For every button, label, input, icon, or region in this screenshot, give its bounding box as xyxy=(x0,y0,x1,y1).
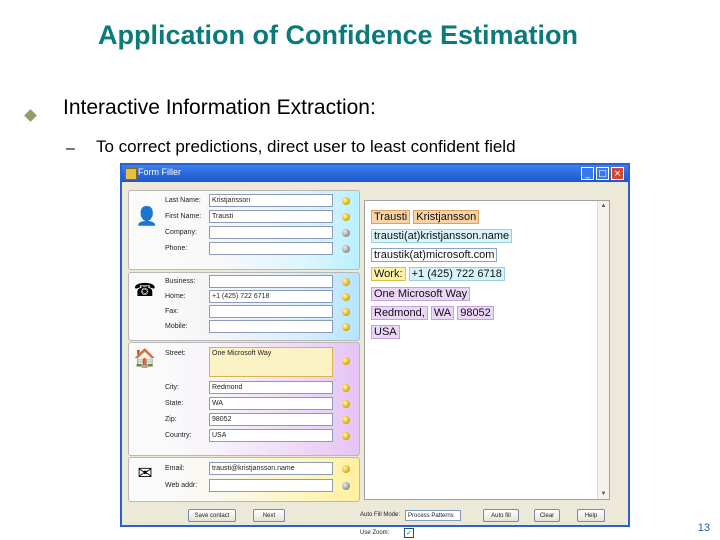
auto-fill-button[interactable]: Auto fill xyxy=(483,509,519,522)
form-filler-window: Form Filler _ □ × 👤 Last Name: Kristjans… xyxy=(120,163,630,538)
page-number: 13 xyxy=(697,522,710,534)
mobile-confidence-icon xyxy=(342,323,350,331)
first-name-field[interactable]: Trausti xyxy=(209,210,333,223)
text-line: USA xyxy=(371,325,400,339)
titlebar[interactable]: Form Filler _ □ × xyxy=(122,165,628,182)
scroll-down-icon[interactable]: ▼ xyxy=(598,489,609,499)
home-field[interactable]: +1 (425) 722 6718 xyxy=(209,290,333,303)
zip-field[interactable]: 98052 xyxy=(209,413,333,426)
mobile-field[interactable] xyxy=(209,320,333,333)
token[interactable]: Redmond, xyxy=(371,306,428,320)
label-mobile: Mobile: xyxy=(165,323,188,330)
business-field[interactable] xyxy=(209,275,333,288)
state-field[interactable]: WA xyxy=(209,397,333,410)
business-confidence-icon xyxy=(342,278,350,286)
scroll-up-icon[interactable]: ▲ xyxy=(598,201,609,211)
text-line: traustik(at)microsoft.com xyxy=(371,248,498,262)
label-zip: Zip: xyxy=(165,416,177,423)
dash-icon: – xyxy=(66,140,75,157)
token[interactable]: One Microsoft Way xyxy=(371,287,471,301)
token[interactable]: Work: xyxy=(371,267,406,281)
text-line: Redmond, WA 98052 xyxy=(371,306,494,320)
text-line: Work: +1 (425) 722 6718 xyxy=(371,267,505,281)
token[interactable]: traustik(at)microsoft.com xyxy=(371,248,498,262)
token[interactable]: Trausti xyxy=(371,210,411,224)
label-fax: Fax: xyxy=(165,308,179,315)
state-confidence-icon xyxy=(342,400,350,408)
first-name-confidence-icon xyxy=(342,213,350,221)
text-line: One Microsoft Way xyxy=(371,287,471,301)
close-button[interactable]: × xyxy=(611,167,624,180)
save-contact-button[interactable]: Save contact xyxy=(188,509,236,522)
vertical-scrollbar[interactable]: ▲ ▼ xyxy=(597,201,609,499)
web-addr-field[interactable] xyxy=(209,479,333,492)
web-addr-confidence-icon xyxy=(342,482,350,490)
country-confidence-icon xyxy=(342,432,350,440)
last-name-confidence-icon xyxy=(342,197,350,205)
email-confidence-icon xyxy=(342,465,350,473)
app-icon xyxy=(125,168,137,180)
name-group: 👤 Last Name: Kristjansson First Name: Tr… xyxy=(128,190,360,270)
street-confidence-icon xyxy=(342,357,350,365)
slide-title: Application of Confidence Estimation xyxy=(97,20,578,50)
telephone-icon: ☎ xyxy=(133,280,157,301)
city-field[interactable]: Redmond xyxy=(209,381,333,394)
help-button[interactable]: Help xyxy=(577,509,605,522)
token[interactable]: +1 (425) 722 6718 xyxy=(408,267,505,281)
token[interactable]: Kristjansson xyxy=(413,210,480,224)
label-first-name: First Name: xyxy=(165,213,202,220)
label-state: State: xyxy=(165,400,184,407)
use-zoom-checkbox[interactable]: ✓ xyxy=(404,528,414,538)
use-zoom-label: Use Zoom: xyxy=(360,530,390,536)
source-text-pane[interactable]: Trausti Kristjansson trausti(at)kristjan… xyxy=(364,200,610,500)
token[interactable]: trausti(at)kristjansson.name xyxy=(371,229,513,243)
fax-confidence-icon xyxy=(342,308,350,316)
token[interactable]: 98052 xyxy=(457,306,494,320)
fax-field[interactable] xyxy=(209,305,333,318)
label-street: Street: xyxy=(165,350,186,357)
label-last-name: Last Name: xyxy=(165,197,201,204)
token[interactable]: WA xyxy=(430,306,455,320)
window-client: 👤 Last Name: Kristjansson First Name: Tr… xyxy=(122,182,628,538)
window-title: Form Filler xyxy=(138,167,181,177)
web-group: ✉ Email: trausti@kristjansson.name Web a… xyxy=(128,457,360,502)
phone-group: ☎ Business: Home: +1 (425) 722 6718 Fax:… xyxy=(128,272,360,341)
label-company: Company: xyxy=(165,229,197,236)
company-field[interactable] xyxy=(209,226,333,239)
bullet-diamond-icon xyxy=(24,109,37,122)
bullet-text: Interactive Information Extraction: xyxy=(63,96,376,119)
company-confidence-icon xyxy=(342,229,350,237)
label-phone: Phone: xyxy=(165,245,188,252)
home-confidence-icon xyxy=(342,293,350,301)
sub-bullet-text: To correct predictions, direct user to l… xyxy=(96,137,516,156)
auto-fill-mode-label: Auto Fill Mode: xyxy=(360,512,401,518)
label-email: Email: xyxy=(165,465,185,472)
label-country: Country: xyxy=(165,432,192,439)
token[interactable]: USA xyxy=(371,325,400,339)
zip-confidence-icon xyxy=(342,416,350,424)
clear-button[interactable]: Clear xyxy=(534,509,560,522)
phone-field[interactable] xyxy=(209,242,333,255)
house-icon: 🏠 xyxy=(133,348,157,369)
email-field[interactable]: trausti@kristjansson.name xyxy=(209,462,333,475)
label-home: Home: xyxy=(165,293,186,300)
auto-fill-mode-select[interactable]: Process Patterns xyxy=(405,510,461,521)
text-line: trausti(at)kristjansson.name xyxy=(371,229,513,243)
maximize-button[interactable]: □ xyxy=(596,167,609,180)
minimize-button[interactable]: _ xyxy=(581,167,594,180)
city-confidence-icon xyxy=(342,384,350,392)
country-field[interactable]: USA xyxy=(209,429,333,442)
label-web-addr: Web addr: xyxy=(165,482,198,489)
last-name-field[interactable]: Kristjansson xyxy=(209,194,333,207)
user-icon: 👤 xyxy=(135,206,159,227)
label-business: Business: xyxy=(165,278,196,285)
street-field[interactable]: One Microsoft Way xyxy=(209,347,333,377)
label-city: City: xyxy=(165,384,179,391)
phone-confidence-icon xyxy=(342,245,350,253)
text-line: Trausti Kristjansson xyxy=(371,210,480,224)
address-group: 🏠 Street: One Microsoft Way City: Redmon… xyxy=(128,342,360,456)
next-button[interactable]: Next xyxy=(253,509,285,522)
email-icon: ✉ xyxy=(137,463,153,484)
